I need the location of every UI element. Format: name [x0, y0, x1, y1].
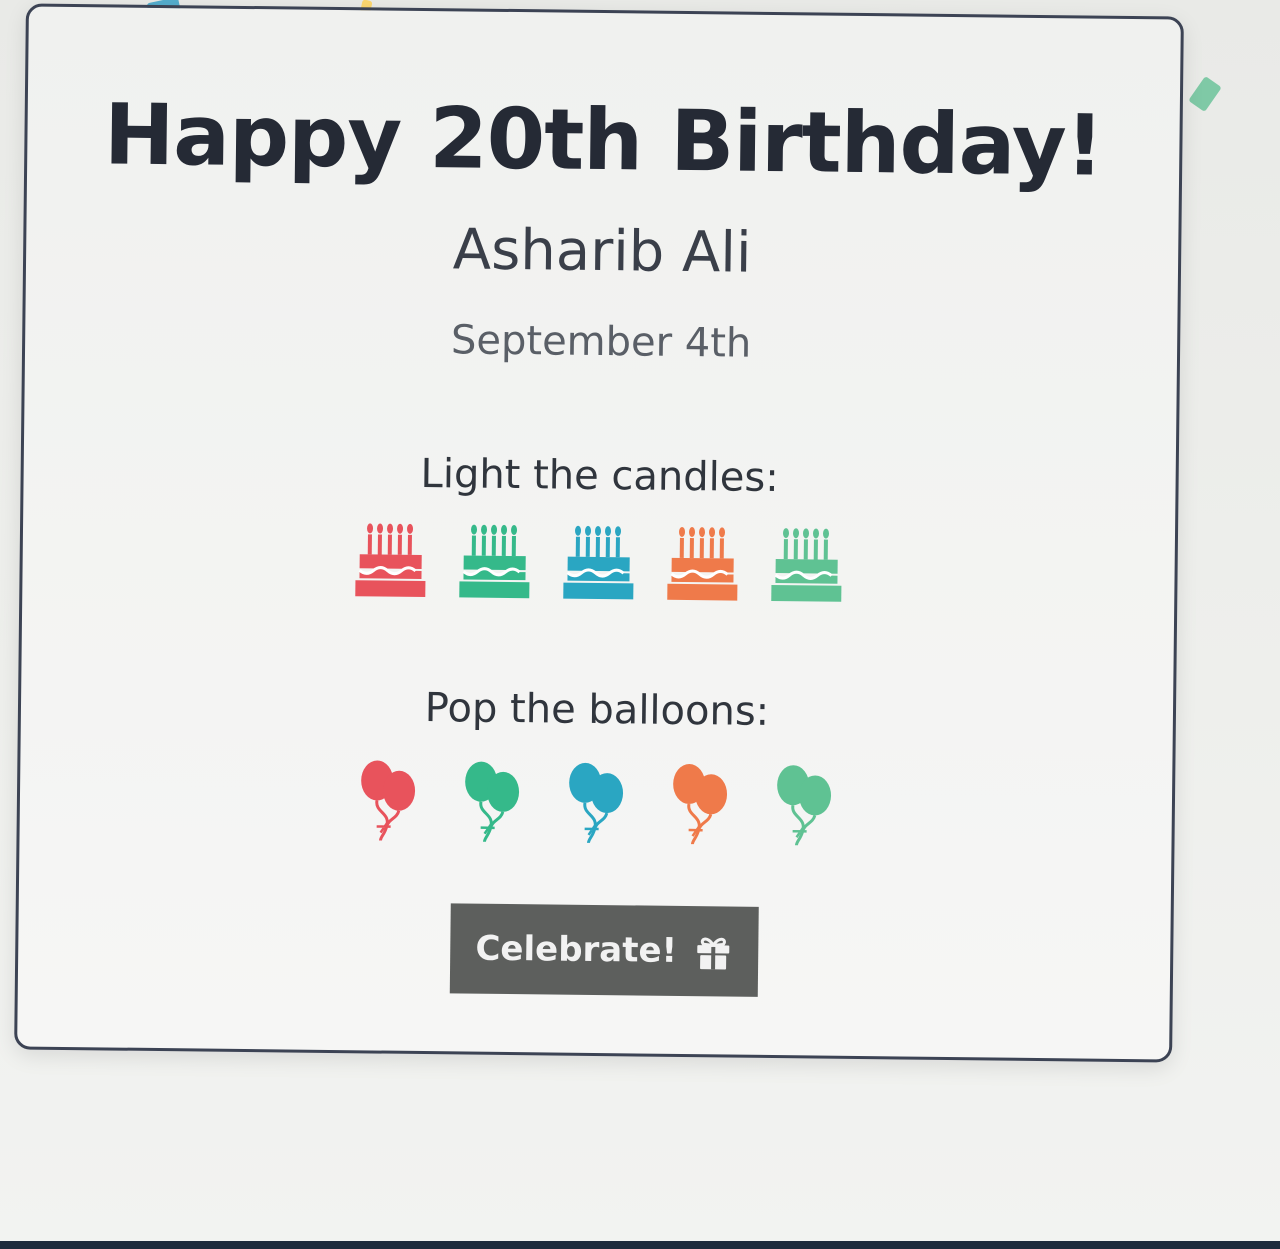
- balloons-label: Pop the balloons:: [424, 685, 770, 735]
- birthday-cake-icon: [353, 518, 428, 605]
- celebrate-button[interactable]: Celebrate!: [449, 903, 759, 997]
- gift-icon: [693, 931, 733, 971]
- balloon-button-5[interactable]: [766, 761, 841, 848]
- birthday-date: September 4th: [450, 317, 752, 367]
- cake-button-3[interactable]: [561, 521, 636, 608]
- birthday-cake-icon: [769, 523, 844, 610]
- birthday-card: Happy 20th Birthday! Asharib Ali Septemb…: [14, 3, 1184, 1063]
- candles-label: Light the candles:: [420, 450, 779, 502]
- taskbar-edge: [0, 1241, 1280, 1249]
- balloons-icon: [766, 761, 841, 848]
- birthday-cake-icon: [665, 522, 740, 609]
- balloons-icon: [454, 757, 529, 844]
- confetti-piece: [1188, 75, 1222, 113]
- cake-row: [22, 514, 1175, 613]
- cake-button-2[interactable]: [457, 519, 532, 606]
- balloon-button-2[interactable]: [454, 757, 529, 844]
- balloon-button-4[interactable]: [662, 760, 737, 847]
- page: Happy 20th Birthday! Asharib Ali Septemb…: [0, 0, 1280, 1249]
- balloon-button-1[interactable]: [350, 756, 425, 843]
- balloons-icon: [558, 759, 633, 846]
- celebrate-button-label: Celebrate!: [475, 928, 678, 971]
- balloon-button-3[interactable]: [558, 759, 633, 846]
- person-name: Asharib Ali: [452, 217, 752, 286]
- balloons-icon: [350, 756, 425, 843]
- cake-button-4[interactable]: [665, 522, 740, 609]
- balloon-row: [19, 752, 1172, 851]
- balloons-icon: [662, 760, 737, 847]
- birthday-cake-icon: [561, 521, 636, 608]
- page-title: Happy 20th Birthday!: [103, 85, 1104, 195]
- cake-button-1[interactable]: [353, 518, 428, 605]
- cake-button-5[interactable]: [769, 523, 844, 610]
- birthday-cake-icon: [457, 519, 532, 606]
